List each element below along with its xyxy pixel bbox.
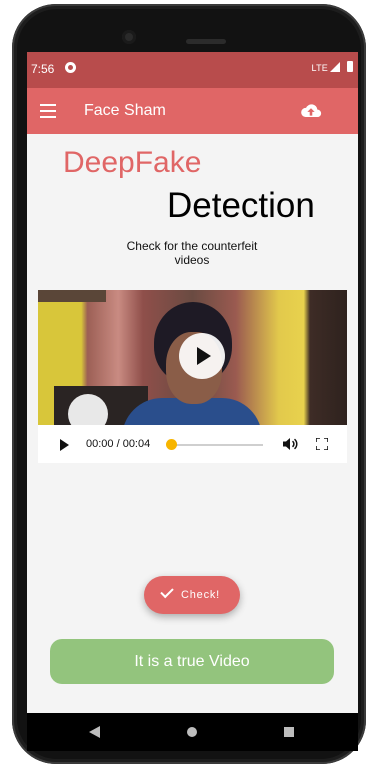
system-nav-bar xyxy=(27,713,358,751)
earpiece-speaker xyxy=(186,39,226,44)
recent-apps-icon[interactable] xyxy=(284,727,294,737)
volume-icon[interactable] xyxy=(282,437,298,451)
play-icon[interactable] xyxy=(60,439,69,451)
check-button[interactable]: Check! xyxy=(144,576,240,614)
status-time: 7:56 xyxy=(31,62,55,76)
hero-title-detection: Detection xyxy=(167,186,315,225)
video-progress-knob[interactable] xyxy=(166,439,177,450)
front-camera xyxy=(122,30,136,44)
status-bar: 7:56 LTE xyxy=(27,52,358,88)
hero-title-deepfake: DeepFake xyxy=(63,146,202,179)
fullscreen-icon[interactable] xyxy=(316,438,328,450)
hero-subtitle: Check for the counterfeit videos xyxy=(107,239,277,267)
video-progress-track[interactable] xyxy=(173,444,263,446)
subtitle-line-2: videos xyxy=(174,253,210,267)
video-controls: 00:00 / 00:04 xyxy=(38,425,347,463)
checkmark-icon xyxy=(160,584,174,599)
cloud-upload-icon[interactable] xyxy=(300,101,322,121)
subtitle-line-1: Check for the counterfeit xyxy=(126,239,258,253)
video-frame[interactable] xyxy=(38,290,347,425)
app-bar: Face Sham xyxy=(27,88,358,134)
video-time: 00:00 / 00:04 xyxy=(86,438,151,450)
network-type: LTE xyxy=(311,63,328,73)
battery-icon xyxy=(347,61,353,72)
home-icon[interactable] xyxy=(187,727,197,737)
play-overlay-icon[interactable] xyxy=(179,333,225,379)
video-scene-shelf xyxy=(38,290,106,302)
check-button-label: Check! xyxy=(181,589,221,601)
app-title: Face Sham xyxy=(84,102,166,119)
hamburger-menu-icon[interactable] xyxy=(40,104,56,118)
back-icon[interactable] xyxy=(89,726,100,738)
signal-icon xyxy=(330,62,340,72)
notification-app-icon xyxy=(65,62,76,73)
result-banner: It is a true Video xyxy=(50,639,334,684)
app-screen: 7:56 LTE Face Sham DeepFake Detection Ch… xyxy=(27,52,358,713)
